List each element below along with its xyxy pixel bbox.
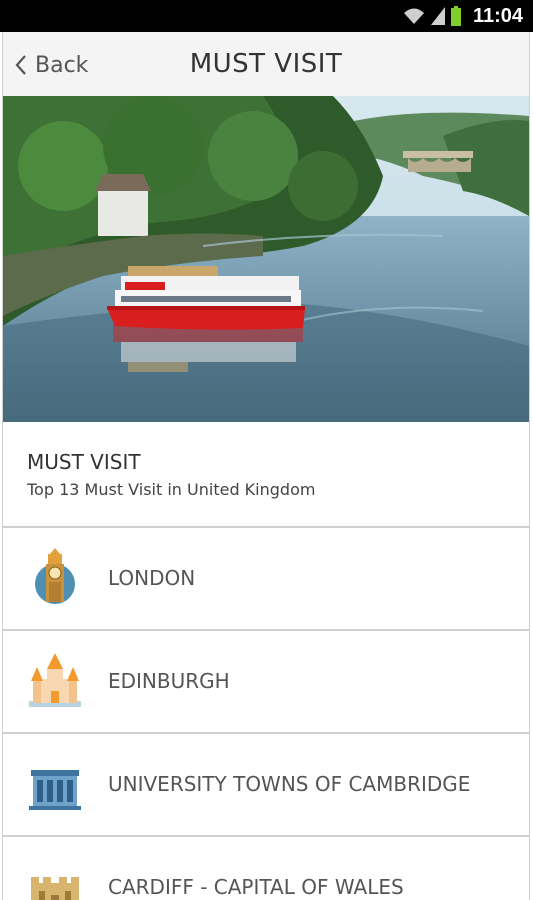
battery-icon [450, 6, 461, 26]
destination-list: LONDON EDINBURGH UNIVERSITY TOWNS OF CAM… [3, 528, 529, 900]
app-bar: Back MUST VISIT [3, 32, 529, 97]
section-header: MUST VISIT Top 13 Must Visit in United K… [3, 422, 529, 528]
hero-image [3, 96, 529, 422]
status-time: 11:04 [472, 4, 523, 27]
list-item-label: EDINBURGH [108, 669, 230, 693]
page-title: MUST VISIT [189, 49, 343, 79]
list-item-label: LONDON [108, 566, 196, 590]
section-title: MUST VISIT [27, 450, 141, 474]
university-building-icon [29, 770, 81, 810]
status-bar: 11:04 [0, 0, 533, 32]
list-item-label: CARDIFF - CAPITAL OF WALES [108, 875, 404, 899]
signal-icon [430, 7, 445, 25]
section-subtitle: Top 13 Must Visit in United Kingdom [27, 480, 316, 499]
list-item-edinburgh[interactable]: EDINBURGH [3, 631, 529, 734]
status-icons: 11:04 [403, 5, 523, 27]
list-item-london[interactable]: LONDON [3, 528, 529, 631]
list-item-cambridge[interactable]: UNIVERSITY TOWNS OF CAMBRIDGE [3, 734, 529, 837]
list-item-cardiff[interactable]: CARDIFF - CAPITAL OF WALES [3, 837, 529, 900]
river-cruise-boat-photo [3, 96, 529, 422]
big-ben-icon [35, 548, 75, 604]
list-item-label: UNIVERSITY TOWNS OF CAMBRIDGE [108, 772, 471, 796]
app-frame: Back MUST VISIT MUST VISIT Top 13 Must V… [2, 32, 530, 900]
castle-icon [29, 653, 81, 707]
wifi-icon [403, 8, 424, 24]
fortress-icon [31, 877, 79, 900]
